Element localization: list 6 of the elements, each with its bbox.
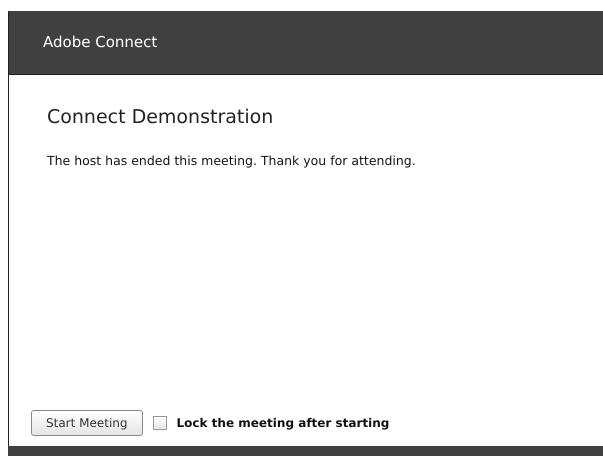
checkbox-label: Lock the meeting after starting — [176, 415, 390, 432]
app-title: Adobe Connect — [43, 32, 158, 54]
checkbox[interactable] — [152, 416, 167, 430]
message-text: The host has ended this meeting. Thank you for attending. — [47, 152, 417, 170]
start-meeting-button[interactable]: Start Meeting — [31, 410, 143, 436]
dialog-title: Connect Demonstration — [47, 105, 274, 130]
